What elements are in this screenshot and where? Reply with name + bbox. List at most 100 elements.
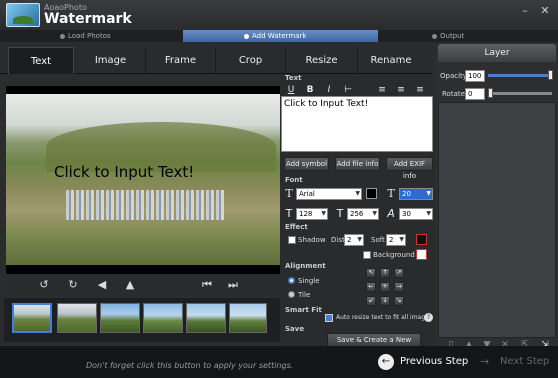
tile-label: Tile bbox=[298, 291, 311, 299]
width-value: 128 bbox=[299, 210, 313, 218]
align-bottom-icon[interactable]: ↓ bbox=[380, 296, 390, 306]
step-dot-icon bbox=[60, 33, 65, 39]
soft-value: 2 bbox=[389, 236, 394, 244]
section-header-smart-fit: Smart Fit bbox=[285, 306, 322, 314]
spacing-field[interactable]: 30 ▼ bbox=[399, 208, 433, 220]
height-value: 256 bbox=[350, 210, 364, 218]
dropdown-arrow-icon: ▼ bbox=[321, 210, 326, 217]
align-center-icon[interactable]: + bbox=[380, 282, 390, 292]
thumbnail[interactable] bbox=[100, 303, 140, 333]
next-image-icon[interactable]: ⏭ bbox=[226, 278, 240, 292]
app-title: Watermark bbox=[44, 11, 132, 27]
opacity-field[interactable]: 100 bbox=[465, 70, 485, 82]
font-size-value: 20 bbox=[402, 190, 411, 198]
align-bottom-right-icon[interactable]: ↘ bbox=[394, 296, 404, 306]
previous-arrow-icon: ← bbox=[378, 354, 394, 370]
spacing-icon: A bbox=[387, 207, 395, 220]
background-color-swatch[interactable] bbox=[416, 249, 427, 260]
thumbnail[interactable] bbox=[12, 303, 52, 333]
apply-hint-text: Don't forget click this button to apply … bbox=[86, 361, 294, 370]
opacity-label: Opacity bbox=[440, 72, 467, 80]
dist-label: Dist bbox=[331, 236, 345, 244]
tile-radio[interactable] bbox=[288, 291, 295, 298]
dist-field[interactable]: 2 ▼ bbox=[344, 234, 364, 246]
align-right-icon[interactable]: → bbox=[394, 282, 404, 292]
thumbnail[interactable] bbox=[57, 303, 97, 333]
minimize-button[interactable]: – bbox=[518, 4, 532, 18]
help-icon[interactable]: ? bbox=[424, 313, 433, 322]
preview-photo[interactable]: Click to Input Text! bbox=[6, 94, 280, 265]
height-field[interactable]: 256 ▼ bbox=[347, 208, 379, 220]
underline-icon[interactable]: U bbox=[284, 84, 298, 96]
opacity-slider-handle[interactable] bbox=[548, 70, 553, 80]
align-left-icon[interactable]: ≡ bbox=[375, 84, 389, 96]
font-size-select[interactable]: 20 ▼ bbox=[399, 188, 433, 200]
add-file-info-button[interactable]: Add file info bbox=[335, 157, 380, 171]
layer-panel-title: Layer bbox=[438, 44, 556, 62]
align-bottom-left-icon[interactable]: ↙ bbox=[366, 296, 376, 306]
section-header-text: Text bbox=[285, 74, 302, 82]
next-step-button[interactable]: → Next Step bbox=[478, 352, 556, 374]
align-top-left-icon[interactable]: ↖ bbox=[366, 268, 376, 278]
auto-resize-label: Auto resize text to fit all images bbox=[336, 314, 432, 321]
add-symbol-button[interactable]: Add symbol bbox=[284, 157, 329, 171]
shadow-color-swatch[interactable] bbox=[416, 234, 427, 245]
layer-list[interactable] bbox=[438, 102, 556, 338]
thumbnail[interactable] bbox=[143, 303, 183, 333]
watermark-text-overlay[interactable]: Click to Input Text! bbox=[54, 163, 194, 181]
tab-resize[interactable]: Resize bbox=[286, 47, 358, 74]
thumbnail[interactable] bbox=[229, 303, 267, 333]
save-create-layer-button[interactable]: Save & Create a New Layer bbox=[327, 333, 421, 356]
width-icon: T bbox=[285, 207, 293, 220]
tab-frame[interactable]: Frame bbox=[146, 47, 216, 74]
rotate-slider-track[interactable] bbox=[488, 92, 552, 95]
auto-resize-checkbox[interactable] bbox=[325, 314, 333, 322]
step-dot-icon bbox=[432, 33, 437, 39]
align-left-icon[interactable]: ← bbox=[366, 282, 376, 292]
align-top-right-icon[interactable]: ↗ bbox=[394, 268, 404, 278]
step-output: Output bbox=[432, 30, 464, 42]
flip-horizontal-icon[interactable]: ◀ bbox=[95, 278, 109, 292]
dropdown-arrow-icon: ▼ bbox=[355, 190, 360, 197]
soft-field[interactable]: 2 ▼ bbox=[386, 234, 406, 246]
close-button[interactable]: ✕ bbox=[538, 4, 552, 18]
flip-vertical-icon[interactable]: ▲ bbox=[123, 278, 137, 292]
bold-icon[interactable]: B bbox=[303, 84, 317, 96]
next-arrow-icon: → bbox=[480, 355, 490, 368]
rotate-left-icon[interactable]: ↺ bbox=[37, 278, 51, 292]
font-size-icon: T bbox=[387, 187, 395, 200]
tab-text[interactable]: Text bbox=[8, 47, 74, 74]
tab-image[interactable]: Image bbox=[76, 47, 146, 74]
align-top-icon[interactable]: ↑ bbox=[380, 268, 390, 278]
thumbnail[interactable] bbox=[186, 303, 226, 333]
font-color-swatch[interactable] bbox=[366, 188, 377, 199]
rotate-slider-handle[interactable] bbox=[488, 88, 493, 98]
align-right-icon[interactable]: ≡ bbox=[413, 84, 427, 96]
background-label: Background bbox=[373, 251, 415, 259]
add-exif-info-button[interactable]: Add EXIF info bbox=[386, 157, 433, 180]
previous-image-icon[interactable]: ⏮ bbox=[200, 278, 214, 292]
step-load-photos: Load Photos bbox=[60, 30, 111, 42]
rotate-field[interactable]: 0 bbox=[465, 88, 485, 100]
align-center-icon[interactable]: ≡ bbox=[394, 84, 408, 96]
opacity-slider-track[interactable] bbox=[488, 74, 552, 77]
shadow-checkbox[interactable] bbox=[288, 236, 296, 244]
rotate-right-icon[interactable]: ↻ bbox=[66, 278, 80, 292]
height-icon: T bbox=[336, 207, 344, 220]
opacity-value: 100 bbox=[468, 72, 482, 80]
background-checkbox[interactable] bbox=[363, 251, 371, 259]
watermark-text-input[interactable]: Click to Input Text! bbox=[281, 96, 433, 152]
font-family-select[interactable]: Arial ▼ bbox=[296, 188, 362, 200]
italic-icon[interactable]: I bbox=[322, 84, 336, 96]
single-radio[interactable] bbox=[288, 277, 295, 284]
dropdown-arrow-icon: ▼ bbox=[357, 236, 362, 243]
previous-step-button[interactable]: ← Previous Step bbox=[374, 352, 468, 374]
rotate-value: 0 bbox=[468, 90, 473, 98]
soft-label: Soft bbox=[371, 236, 385, 244]
width-field[interactable]: 128 ▼ bbox=[296, 208, 328, 220]
strikethrough-icon[interactable]: ⊢ bbox=[341, 84, 355, 96]
tab-rename[interactable]: Rename bbox=[358, 47, 424, 74]
tab-crop[interactable]: Crop bbox=[216, 47, 286, 74]
dropdown-arrow-icon: ▼ bbox=[372, 210, 377, 217]
spacing-value: 30 bbox=[402, 210, 411, 218]
